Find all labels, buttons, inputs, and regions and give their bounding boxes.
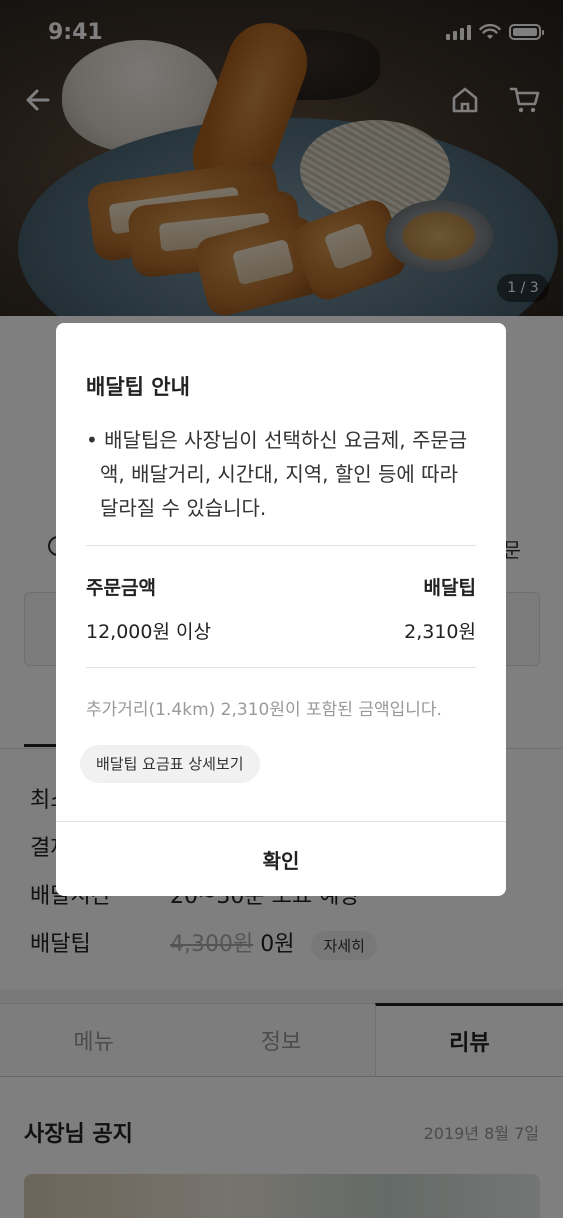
order-amount-header: 주문금액 (86, 577, 156, 599)
rate-table-link-button[interactable]: 배달팁 요금표 상세보기 (80, 745, 260, 783)
app-screen: 1 / 3 9:41 (0, 0, 563, 1218)
modal-description: • 배달팁은 사장님이 선택하신 요금제, 주문금액, 배달거리, 시간대, 지… (86, 428, 468, 520)
modal-divider (86, 545, 476, 546)
delivery-tip-modal: 배달팁 안내 • 배달팁은 사장님이 선택하신 요금제, 주문금액, 배달거리,… (56, 323, 506, 896)
modal-divider (86, 667, 476, 668)
confirm-button[interactable]: 확인 (56, 821, 506, 896)
order-amount-value: 12,000원 이상 (86, 621, 211, 643)
delivery-tip-value: 2,310원 (404, 621, 476, 643)
modal-title: 배달팁 안내 (86, 375, 190, 399)
modal-note: 추가거리(1.4km) 2,310원이 포함된 금액입니다. (86, 700, 442, 720)
delivery-tip-header: 배달팁 (423, 577, 476, 599)
